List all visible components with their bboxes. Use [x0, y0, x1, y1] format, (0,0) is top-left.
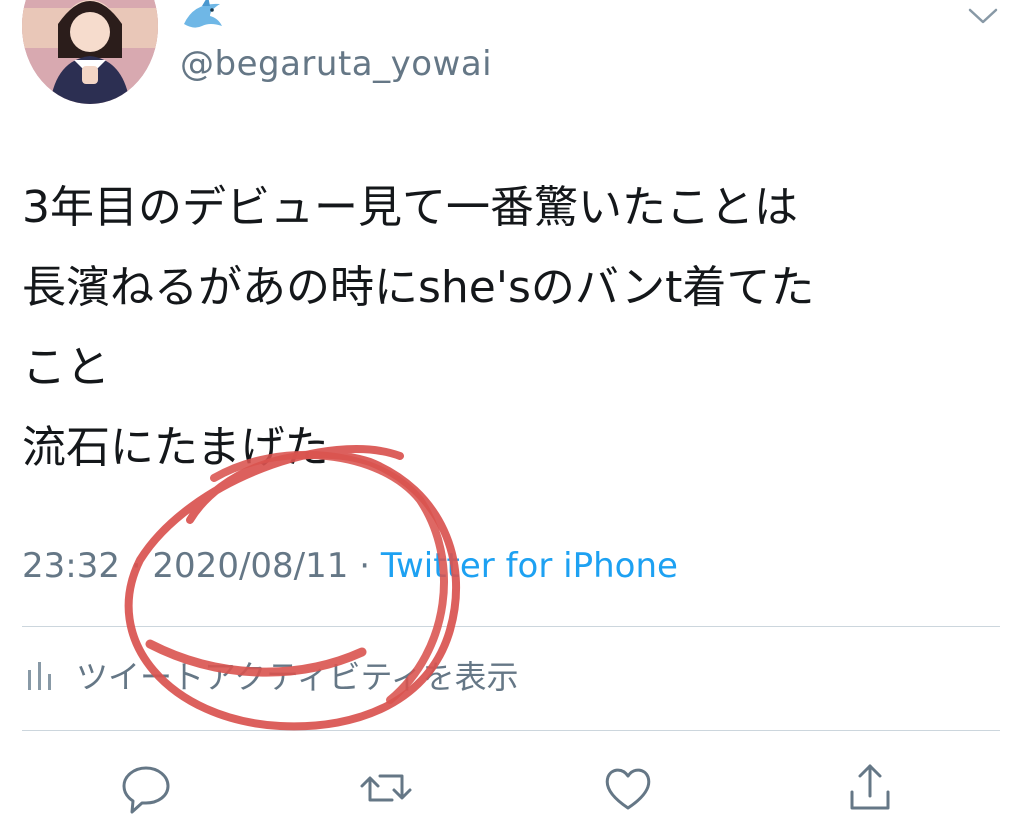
dolphin-icon: [180, 0, 228, 38]
tweet-activity-link[interactable]: ツイートアクティビティを表示: [22, 650, 519, 700]
tweet-date: 2020/08/11: [152, 546, 349, 586]
tweet-source-link[interactable]: Twitter for iPhone: [381, 546, 678, 586]
chevron-down-icon[interactable]: [966, 4, 1000, 28]
avatar[interactable]: [22, 0, 158, 104]
reply-icon[interactable]: [118, 760, 174, 816]
retweet-icon[interactable]: [358, 760, 414, 816]
bar-chart-icon: [28, 662, 51, 690]
tweet-activity-label: ツイートアクティビティを表示: [76, 658, 519, 696]
tweet-time: 23:32: [22, 546, 120, 586]
tweet-meta: 23:32 · 2020/08/11 · Twitter for iPhone: [22, 546, 678, 586]
divider-bottom: [22, 730, 1000, 731]
meta-separator-2: ·: [359, 546, 371, 586]
tweet-text: 3年目のデビュー見て一番驚いたことは 長濱ねるがあの時にshe'sのバンt着てた…: [22, 182, 815, 473]
meta-separator-1: ·: [130, 546, 142, 586]
like-icon[interactable]: [600, 760, 656, 816]
user-handle[interactable]: @begaruta_yowai: [180, 44, 492, 84]
share-icon[interactable]: [842, 760, 898, 816]
divider-top: [22, 626, 1000, 627]
